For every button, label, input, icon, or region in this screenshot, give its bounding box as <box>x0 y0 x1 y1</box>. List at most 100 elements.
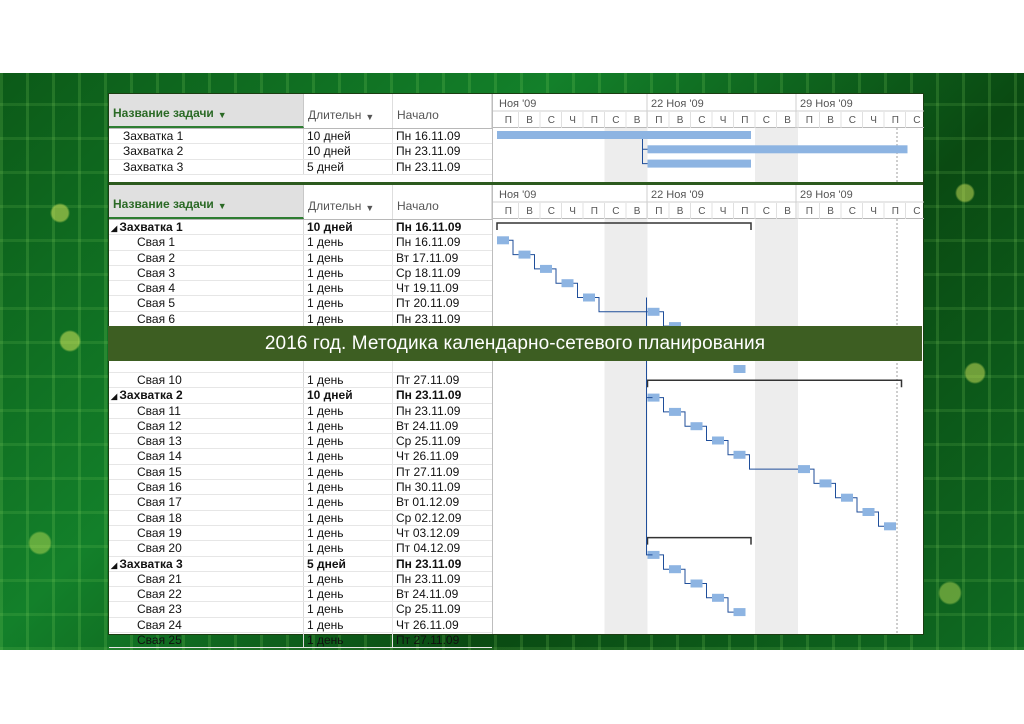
task-name-cell[interactable]: Захватка 2 <box>109 144 304 159</box>
start-cell[interactable]: Ср 02.12.09 <box>393 511 492 525</box>
table-row[interactable]: Свая 2 1 день Вт 17.11.09 <box>109 250 492 266</box>
duration-cell[interactable]: 1 день <box>304 372 393 388</box>
start-cell[interactable]: Ср 25.11.09 <box>393 434 492 448</box>
start-cell[interactable]: Пт 04.12.09 <box>393 541 492 555</box>
duration-cell[interactable]: 5 дней <box>304 159 393 174</box>
table-row[interactable]: ◢ Захватка 35 дней Пн 23.11.09 <box>109 556 492 572</box>
start-cell[interactable]: Чт 26.11.09 <box>393 618 492 632</box>
task-name-cell[interactable]: Свая 17 <box>109 495 304 510</box>
duration-cell[interactable]: 1 день <box>304 250 393 265</box>
table-row[interactable]: Свая 10 1 день Пт 27.11.09 <box>109 372 492 389</box>
duration-cell[interactable]: 1 день <box>304 265 393 281</box>
column-duration-header[interactable]: Длительн ▼ <box>304 94 393 128</box>
start-cell[interactable]: Пн 16.11.09 <box>393 235 492 249</box>
dropdown-arrow-icon[interactable]: ▼ <box>218 110 227 120</box>
task-name-cell[interactable]: ◢ Захватка 2 <box>109 388 304 403</box>
start-cell[interactable]: Пн 23.11.09 <box>393 404 492 418</box>
duration-cell[interactable]: 10 дней <box>304 388 393 403</box>
task-name-cell[interactable]: ◢ Захватка 3 <box>109 556 304 571</box>
task-name-cell[interactable]: Свая 22 <box>109 587 304 602</box>
start-cell[interactable]: Вт 24.11.09 <box>393 419 492 433</box>
duration-cell[interactable]: 1 день <box>304 571 393 587</box>
duration-cell[interactable]: 1 день <box>304 633 393 648</box>
table-row[interactable]: Свая 24 1 день Чт 26.11.09 <box>109 617 492 634</box>
table-row[interactable]: Свая 21 1 день Пн 23.11.09 <box>109 571 492 588</box>
table-row[interactable]: Свая 14 1 день Чт 26.11.09 <box>109 449 492 465</box>
start-cell[interactable]: Пн 23.11.09 <box>393 572 492 586</box>
table-row[interactable]: Свая 11 1 день Пн 23.11.09 <box>109 403 492 419</box>
task-name-cell[interactable]: Свая 1 <box>109 235 304 250</box>
duration-cell[interactable]: 1 день <box>304 541 393 556</box>
task-name-cell[interactable]: Свая 19 <box>109 525 304 541</box>
duration-cell[interactable]: 1 день <box>304 510 393 525</box>
table-row[interactable]: ◢ Захватка 1 10 дней Пн 16.11.09 <box>109 220 492 236</box>
duration-cell[interactable]: 1 день <box>304 480 393 495</box>
task-name-cell[interactable]: Свая 24 <box>109 617 304 633</box>
task-name-cell[interactable]: Свая 14 <box>109 449 304 464</box>
table-row[interactable]: Свая 25 1 день Пт 27.11.09 <box>109 633 492 649</box>
column-start-header[interactable]: Начало <box>393 94 492 128</box>
duration-cell[interactable]: 1 день <box>304 495 393 510</box>
start-cell[interactable]: Пн 23.11.09 <box>393 160 492 174</box>
duration-cell[interactable]: 1 день <box>304 311 393 327</box>
start-cell[interactable]: Пт 27.11.09 <box>393 373 492 387</box>
task-name-cell[interactable]: Свая 25 <box>109 633 304 648</box>
start-cell[interactable]: Ср 18.11.09 <box>393 266 492 280</box>
table-row[interactable]: Свая 17 1 день Вт 01.12.09 <box>109 495 492 511</box>
start-cell[interactable]: Пн 16.11.09 <box>393 129 492 143</box>
table-row[interactable]: Свая 15 1 день Пт 27.11.09 <box>109 464 492 481</box>
task-name-cell[interactable]: Свая 4 <box>109 281 304 296</box>
dropdown-arrow-icon[interactable]: ▼ <box>365 203 374 213</box>
start-cell[interactable]: Чт 19.11.09 <box>393 281 492 295</box>
table-row[interactable]: Свая 19 1 день Чт 03.12.09 <box>109 525 492 542</box>
task-name-cell[interactable]: Свая 18 <box>109 510 304 525</box>
task-name-cell[interactable]: Свая 3 <box>109 265 304 281</box>
duration-cell[interactable]: 1 день <box>304 587 393 602</box>
duration-cell[interactable]: 1 день <box>304 296 393 311</box>
task-name-cell[interactable]: Свая 21 <box>109 571 304 587</box>
start-cell[interactable]: Чт 03.12.09 <box>393 526 492 540</box>
task-name-cell[interactable]: ◢ Захватка 1 <box>109 220 304 235</box>
start-cell[interactable]: Пн 23.11.09 <box>393 557 492 571</box>
task-name-cell[interactable]: Захватка 3 <box>109 159 304 174</box>
duration-cell[interactable]: 1 день <box>304 281 393 296</box>
duration-cell[interactable]: 10 дней <box>304 129 393 144</box>
start-cell[interactable]: Пт 20.11.09 <box>393 296 492 310</box>
start-cell[interactable]: Пт 27.11.09 <box>393 633 492 647</box>
table-row[interactable]: Свая 12 1 день Вт 24.11.09 <box>109 418 492 435</box>
duration-cell[interactable]: 1 день <box>304 235 393 250</box>
column-start-header[interactable]: Начало <box>393 185 492 219</box>
duration-cell[interactable]: 1 день <box>304 602 393 617</box>
table-row[interactable]: Свая 4 1 день Чт 19.11.09 <box>109 281 492 297</box>
start-cell[interactable]: Вт 01.12.09 <box>393 495 492 509</box>
task-name-cell[interactable]: Свая 10 <box>109 372 304 388</box>
start-cell[interactable]: Пн 23.11.09 <box>393 312 492 326</box>
duration-cell[interactable]: 1 день <box>304 464 393 480</box>
start-cell[interactable]: Вт 24.11.09 <box>393 587 492 601</box>
column-task-name-header[interactable]: Название задачи ▼ <box>109 94 304 128</box>
task-name-cell[interactable]: Свая 2 <box>109 250 304 265</box>
task-name-cell[interactable]: Свая 11 <box>109 403 304 418</box>
duration-cell[interactable]: 1 день <box>304 617 393 633</box>
start-cell[interactable]: Ср 25.11.09 <box>393 602 492 616</box>
table-row[interactable]: Свая 13 1 день Ср 25.11.09 <box>109 434 492 450</box>
duration-cell[interactable]: 1 день <box>304 403 393 418</box>
dropdown-arrow-icon[interactable]: ▼ <box>365 112 374 122</box>
task-name-cell[interactable]: Свая 5 <box>109 296 304 311</box>
start-cell[interactable]: Чт 26.11.09 <box>393 449 492 463</box>
table-row[interactable]: Захватка 2 10 дней Пн 23.11.09 <box>109 144 492 160</box>
task-name-cell[interactable]: Свая 12 <box>109 418 304 434</box>
table-row[interactable]: Свая 20 1 день Пт 04.12.09 <box>109 541 492 557</box>
start-cell[interactable]: Пн 30.11.09 <box>393 480 492 494</box>
table-row[interactable]: Захватка 3 5 дней Пн 23.11.09 <box>109 159 492 175</box>
start-cell[interactable]: Вт 17.11.09 <box>393 251 492 265</box>
column-duration-header[interactable]: Длительн ▼ <box>304 185 393 219</box>
start-cell[interactable]: Пт 27.11.09 <box>393 465 492 479</box>
duration-cell[interactable]: 10 дней <box>304 220 393 235</box>
duration-cell[interactable]: 1 день <box>304 434 393 449</box>
table-row[interactable]: Свая 3 1 день Ср 18.11.09 <box>109 265 492 282</box>
start-cell[interactable]: Пн 23.11.09 <box>393 388 492 402</box>
duration-cell[interactable]: 10 дней <box>304 144 393 159</box>
task-name-cell[interactable]: Свая 20 <box>109 541 304 556</box>
table-row[interactable]: Свая 5 1 день Пт 20.11.09 <box>109 296 492 312</box>
